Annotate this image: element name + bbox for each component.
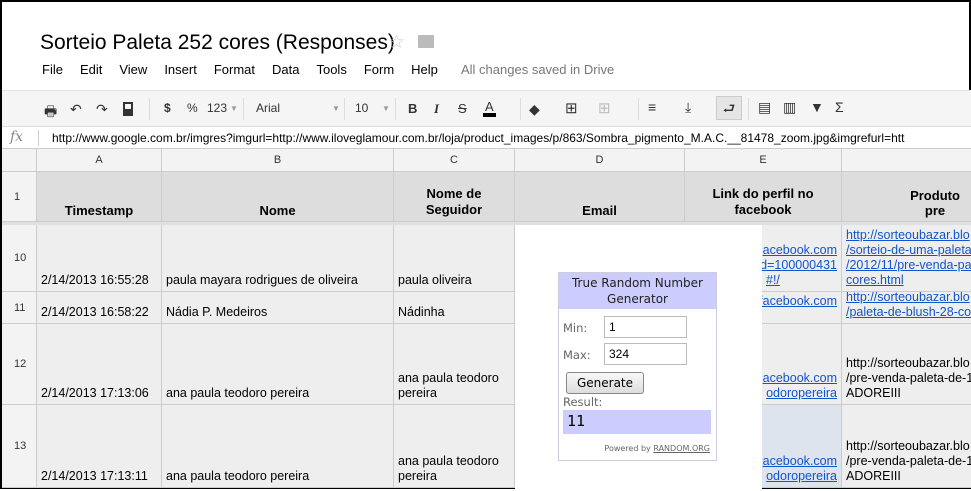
column-header-b[interactable]: B xyxy=(162,149,394,172)
timestamp-cell[interactable]: 2/14/2013 17:13:06 xyxy=(37,324,162,405)
follower-cell[interactable]: ana paula teodoro pereira xyxy=(394,405,515,488)
wrap-text-icon[interactable]: ⮐ xyxy=(716,96,742,120)
generate-button[interactable]: Generate xyxy=(566,372,644,394)
functions-button[interactable]: Σ xyxy=(835,99,844,115)
random-number-generator-widget: True Random NumberGenerator Min: Max: Ge… xyxy=(558,272,717,461)
column-header-f[interactable] xyxy=(842,149,971,172)
result-value: 11 xyxy=(563,410,711,434)
header-cell[interactable]: Nome de Seguidor xyxy=(394,172,515,222)
timestamp-cell[interactable]: 2/14/2013 16:58:22 xyxy=(37,292,162,324)
menu-view[interactable]: View xyxy=(119,62,147,77)
chevron-down-icon: ▼ xyxy=(382,104,390,113)
row-header-1[interactable]: 1 xyxy=(2,172,37,222)
fill-color-icon[interactable]: ◆ xyxy=(529,101,540,118)
random-org-link[interactable]: RANDOM.ORG xyxy=(653,444,710,453)
chevron-down-icon: ▼ xyxy=(230,104,238,113)
align-icon[interactable]: ≡ xyxy=(648,99,656,115)
toolbar: 🖶 ↶ ↷ $ % 123 ▼ Arial ▼ 10 ▼ B I S A ◆ ⊞… xyxy=(2,90,971,127)
borders-icon[interactable]: ⊞ xyxy=(565,99,578,117)
follower-cell[interactable]: paula oliveira xyxy=(394,225,515,292)
strikethrough-button[interactable]: S xyxy=(458,101,467,116)
bold-button[interactable]: B xyxy=(408,101,417,116)
header-cell[interactable]: Email xyxy=(515,172,685,222)
select-all-corner[interactable] xyxy=(2,149,37,172)
print-icon[interactable]: 🖶 xyxy=(44,101,57,125)
menu-insert[interactable]: Insert xyxy=(164,62,197,77)
font-select[interactable]: Arial xyxy=(256,101,280,115)
max-input[interactable] xyxy=(604,343,687,365)
number-format-button[interactable]: 123 xyxy=(207,101,227,115)
min-label: Min: xyxy=(563,321,588,335)
column-header-c[interactable]: C xyxy=(394,149,515,172)
row-header-10[interactable]: 10 xyxy=(2,225,37,292)
menu-file[interactable]: File xyxy=(42,62,63,77)
menu-format[interactable]: Format xyxy=(214,62,255,77)
merge-cells-icon[interactable]: ⊞ xyxy=(598,99,611,117)
chart-icon[interactable]: ▥ xyxy=(783,99,796,116)
chevron-down-icon: ▼ xyxy=(332,104,340,113)
name-cell[interactable]: ana paula teodoro pereira xyxy=(162,324,394,405)
fx-icon: fx xyxy=(10,129,24,145)
menu-help[interactable]: Help xyxy=(411,62,438,77)
row-number: 1 xyxy=(14,190,21,203)
timestamp-cell[interactable]: 2/14/2013 16:55:28 xyxy=(37,225,162,292)
menu-data[interactable]: Data xyxy=(272,62,299,77)
text-color-button[interactable]: A xyxy=(483,100,496,117)
redo-icon[interactable]: ↷ xyxy=(96,101,108,118)
undo-icon[interactable]: ↶ xyxy=(70,101,82,118)
header-cell[interactable]: Nome xyxy=(162,172,394,222)
menu-edit[interactable]: Edit xyxy=(80,62,102,77)
max-label: Max: xyxy=(563,348,591,362)
column-header-d[interactable]: D xyxy=(515,149,685,172)
follower-cell[interactable]: ana paula teodoro pereira xyxy=(394,324,515,405)
name-cell[interactable]: ana paula teodoro pereira xyxy=(162,405,394,488)
formula-input[interactable]: http://www.google.com.br/imgres?imgurl=h… xyxy=(52,131,904,145)
save-status: All changes saved in Drive xyxy=(461,62,615,77)
menu-form[interactable]: Form xyxy=(364,62,394,77)
column-header-e[interactable]: E xyxy=(685,149,842,172)
name-cell[interactable]: Nádia P. Medeiros xyxy=(162,292,394,324)
product-cell[interactable]: http://sorteoubazar.blo/paleta-de-blush-… xyxy=(842,292,971,324)
menu-tools[interactable]: Tools xyxy=(316,62,346,77)
powered-by: Powered by RANDOM.ORG xyxy=(604,444,710,453)
column-header-a[interactable]: A xyxy=(37,149,162,172)
italic-button[interactable]: I xyxy=(434,101,439,117)
name-cell[interactable]: paula mayara rodrigues de oliveira xyxy=(162,225,394,292)
formula-bar[interactable]: fx http://www.google.com.br/imgres?imgur… xyxy=(2,127,971,149)
header-cell[interactable]: Produto pre xyxy=(842,172,971,222)
filter-icon[interactable]: ▼ xyxy=(810,99,824,115)
min-input[interactable] xyxy=(604,316,687,338)
folder-icon[interactable] xyxy=(418,35,434,48)
widget-title: True Random Number Generator xyxy=(559,273,716,309)
vertical-align-icon[interactable]: ⤓ xyxy=(685,99,691,116)
row-header-12[interactable]: 12 xyxy=(2,324,37,405)
product-cell[interactable]: http://sorteoubazar.blo/sorteio-de-uma-p… xyxy=(842,225,971,292)
row-header-11[interactable]: 11 xyxy=(2,292,37,324)
product-cell[interactable]: http://sorteoubazar.blo/pre-venda-paleta… xyxy=(842,324,971,405)
comment-icon[interactable]: ▤ xyxy=(758,99,771,116)
timestamp-cell[interactable]: 2/14/2013 17:13:11 xyxy=(37,405,162,488)
header-cell[interactable]: Link do perfil no facebook xyxy=(685,172,842,222)
star-icon[interactable]: ☆ xyxy=(388,31,405,54)
font-size-select[interactable]: 10 xyxy=(355,101,368,115)
percent-button[interactable]: % xyxy=(187,101,198,115)
row-header-13[interactable]: 13 xyxy=(2,405,37,488)
currency-button[interactable]: $ xyxy=(164,101,171,115)
header-cell[interactable]: Timestamp xyxy=(37,172,162,222)
follower-cell[interactable]: Nádinha xyxy=(394,292,515,324)
paint-format-icon[interactable] xyxy=(123,102,133,116)
result-label: Result: xyxy=(563,395,603,409)
document-title[interactable]: Sorteio Paleta 252 cores (Responses) xyxy=(40,31,395,55)
menu-bar: File Edit View Insert Format Data Tools … xyxy=(42,62,455,77)
product-cell[interactable]: http://sorteoubazar.blo/pre-venda-paleta… xyxy=(842,405,971,488)
